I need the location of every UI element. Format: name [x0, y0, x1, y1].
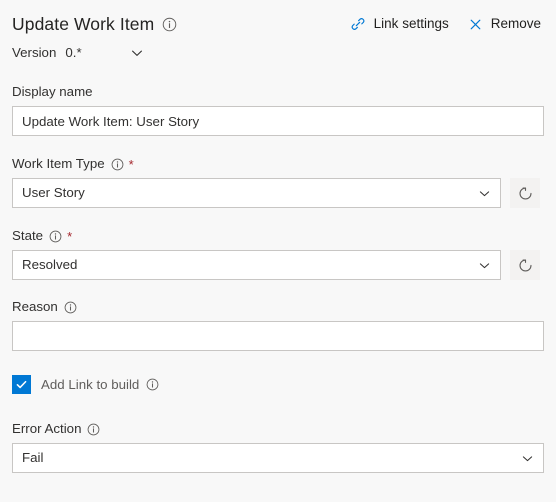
field-work-item-type: Work Item Type * User Story [0, 156, 556, 208]
panel-header-left: Update Work Item [12, 14, 177, 34]
state-label-row: State * [12, 228, 556, 244]
required-indicator: * [128, 156, 134, 172]
work-item-type-dropdown[interactable]: User Story [12, 178, 501, 208]
error-action-label-row: Error Action [12, 421, 556, 437]
field-error-action: Error Action Fail [0, 421, 556, 473]
field-state: State * Resolved [0, 228, 556, 280]
close-icon [468, 17, 483, 32]
work-item-type-refresh-button[interactable] [510, 178, 540, 208]
info-icon[interactable] [64, 301, 77, 314]
reason-label: Reason [12, 299, 58, 314]
version-row[interactable]: Version 0.* [0, 34, 556, 62]
panel-header: Update Work Item Link settings Remove [0, 0, 556, 34]
info-icon[interactable] [49, 230, 62, 243]
reason-label-row: Reason [12, 299, 556, 315]
display-name-input[interactable]: Update Work Item: User Story [12, 106, 544, 136]
reason-input[interactable] [12, 321, 544, 351]
state-value: Resolved [22, 257, 78, 272]
work-item-type-label-row: Work Item Type * [12, 156, 556, 172]
error-action-dropdown[interactable]: Fail [12, 443, 544, 473]
work-item-type-input-row: User Story [12, 178, 556, 208]
version-value: 0.* [65, 45, 82, 60]
task-settings-panel: Update Work Item Link settings Remove Ve… [0, 0, 556, 502]
state-dropdown[interactable]: Resolved [12, 250, 501, 280]
state-refresh-button[interactable] [510, 250, 540, 280]
reason-input-row [12, 321, 556, 351]
error-action-input-row: Fail [12, 443, 556, 473]
work-item-type-value: User Story [22, 185, 85, 200]
chevron-down-icon [520, 451, 535, 466]
display-name-input-row: Update Work Item: User Story [12, 106, 556, 136]
work-item-type-label: Work Item Type [12, 156, 105, 171]
version-label: Version [12, 45, 57, 60]
field-display-name: Display name Update Work Item: User Stor… [0, 84, 556, 136]
chevron-down-icon [477, 186, 492, 201]
display-name-label: Display name [12, 84, 93, 99]
link-settings-button[interactable]: Link settings [350, 16, 449, 32]
panel-header-actions: Link settings Remove [350, 16, 543, 32]
page-title: Update Work Item [12, 14, 155, 34]
info-icon[interactable] [111, 158, 124, 171]
info-icon[interactable] [162, 17, 177, 32]
refresh-icon [517, 257, 534, 274]
add-link-to-build-checkbox[interactable] [12, 375, 31, 394]
chevron-down-icon [477, 258, 492, 273]
error-action-label: Error Action [12, 421, 82, 436]
remove-label: Remove [490, 16, 541, 31]
link-icon [350, 16, 366, 32]
chevron-down-icon[interactable] [129, 45, 145, 61]
display-name-label-row: Display name [12, 84, 556, 100]
state-label: State [12, 228, 44, 243]
add-link-to-build-label[interactable]: Add Link to build [41, 377, 139, 393]
field-add-link-to-build: Add Link to build [0, 375, 556, 394]
field-reason: Reason [0, 299, 556, 351]
error-action-value: Fail [22, 450, 44, 465]
info-icon[interactable] [87, 423, 100, 436]
required-indicator: * [67, 228, 73, 244]
refresh-icon [517, 185, 534, 202]
remove-button[interactable]: Remove [468, 16, 541, 32]
info-icon[interactable] [146, 378, 159, 391]
state-input-row: Resolved [12, 250, 556, 280]
link-settings-label: Link settings [373, 16, 449, 31]
